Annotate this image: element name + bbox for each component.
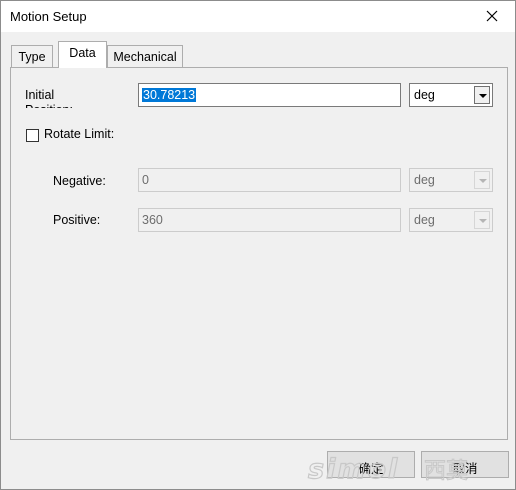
tab-mechanical[interactable]: Mechanical <box>107 45 183 67</box>
positive-unit-select[interactable]: deg <box>409 208 493 232</box>
negative-label: Negative: <box>53 174 106 188</box>
tab-mechanical-label: Mechanical <box>113 50 177 64</box>
positive-input[interactable]: 360 <box>138 208 401 232</box>
motion-setup-dialog: Motion Setup Type Data Mechanical Initia… <box>0 0 516 490</box>
close-icon <box>486 10 498 22</box>
negative-value: 0 <box>142 173 149 187</box>
negative-input[interactable]: 0 <box>138 168 401 192</box>
positive-value: 360 <box>142 213 163 227</box>
rotate-limit-checkbox[interactable] <box>26 129 39 142</box>
negative-unit-dropdown-button[interactable] <box>474 171 490 189</box>
cancel-button-label: 取消 <box>452 462 478 476</box>
initial-position-unit-dropdown-button[interactable] <box>474 86 490 104</box>
tab-data-label: Data <box>69 46 96 60</box>
ok-button-label: 确定 <box>358 462 384 476</box>
ok-button[interactable]: 确定 <box>327 451 415 478</box>
positive-unit-value: deg <box>414 213 435 227</box>
chevron-down-icon <box>479 219 487 223</box>
initial-position-value: 30.78213 <box>142 88 197 102</box>
tab-data[interactable]: Data <box>58 41 107 68</box>
title-bar: Motion Setup <box>1 1 515 32</box>
positive-unit-dropdown-button[interactable] <box>474 211 490 229</box>
initial-position-input[interactable]: 30.78213 <box>138 83 401 107</box>
tab-type[interactable]: Type <box>11 45 53 67</box>
cancel-button[interactable]: 取消 <box>421 451 509 478</box>
chevron-down-icon <box>479 179 487 183</box>
tab-type-label: Type <box>18 50 46 64</box>
close-button[interactable] <box>471 1 515 32</box>
negative-unit-value: deg <box>414 173 435 187</box>
negative-unit-select[interactable]: deg <box>409 168 493 192</box>
data-tab-panel: Initial Position: 30.78213 deg Rotate Li… <box>10 67 508 440</box>
initial-position-unit-select[interactable]: deg <box>409 83 493 107</box>
window-title: Motion Setup <box>10 9 87 24</box>
positive-label: Positive: <box>53 213 101 227</box>
rotate-limit-label: Rotate Limit: <box>44 127 115 141</box>
initial-position-label: Initial Position: <box>25 88 73 108</box>
initial-position-unit-value: deg <box>414 88 435 102</box>
chevron-down-icon <box>479 94 487 98</box>
